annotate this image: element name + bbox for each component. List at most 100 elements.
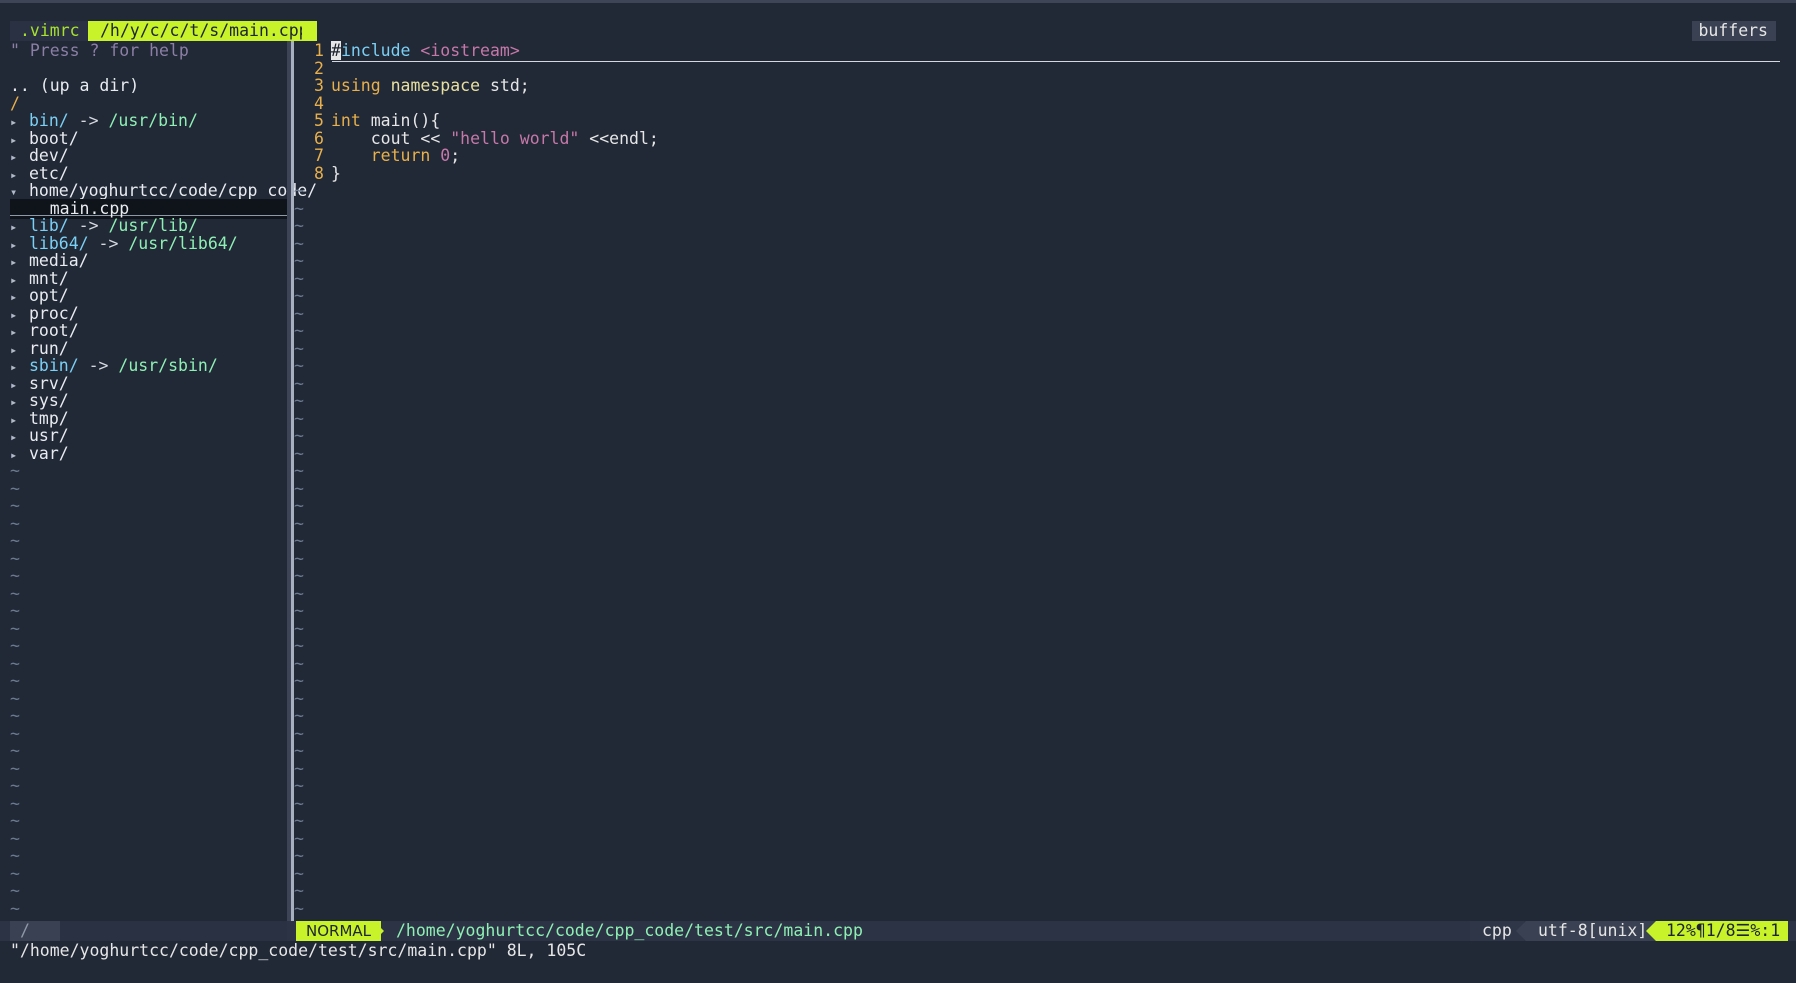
tilde-mark: ~: [10, 863, 20, 883]
dir-name: etc/: [29, 163, 69, 183]
dir-name: lib/: [29, 216, 69, 235]
dir-name: sys/: [29, 391, 69, 410]
dir-name: tmp/: [29, 408, 69, 428]
link-arrow: ->: [68, 111, 109, 130]
tilde-mark: ~: [294, 793, 304, 813]
dir-name: usr/: [29, 426, 69, 445]
tilde-mark: ~: [10, 513, 20, 533]
tilde-mark: ~: [10, 636, 20, 655]
tilde-mark: ~: [294, 531, 304, 550]
tilde-mark: ~: [10, 706, 20, 725]
tilde-mark: ~: [294, 811, 304, 830]
status-mode: NORMAL: [296, 921, 382, 941]
tabline: .vimrc /h/y/c/c/t/s/main.cpp buffers: [0, 21, 1796, 41]
tilde-mark: ~: [294, 566, 304, 585]
tilde-mark: ~: [294, 741, 304, 760]
code-line[interactable]: 1 #include <iostream>: [314, 41, 520, 61]
tilde-mark: ~: [10, 601, 20, 620]
dir-name: lib64/: [29, 233, 89, 253]
tilde-mark: ~: [294, 181, 304, 200]
tilde-mark: ~: [294, 653, 304, 673]
tree-help: " Press ? for help: [10, 41, 189, 61]
code-token: int: [331, 111, 371, 130]
root-text: /: [10, 93, 20, 113]
link-target: /usr/bin/: [108, 111, 198, 130]
tab-arrow-icon: [302, 21, 312, 41]
tilde-mark: ~: [294, 338, 304, 358]
dir-name: mnt/: [29, 268, 69, 288]
tilde-mark: ~: [10, 548, 20, 568]
tree-updir[interactable]: .. (up a dir): [10, 76, 139, 96]
tilde-mark: ~: [294, 496, 304, 515]
link-arrow: ->: [88, 233, 129, 253]
tilde-filler: ~: [294, 899, 304, 919]
code-line[interactable]: 8}: [314, 164, 341, 184]
code-token: return: [370, 146, 441, 165]
code-token: <iostream>: [420, 41, 520, 60]
tilde-mark: ~: [10, 846, 20, 865]
status-position: 12%¶1/8☰%:1: [1656, 921, 1789, 941]
tilde-mark: ~: [294, 356, 304, 375]
encoding-arrow-icon: [1516, 921, 1526, 941]
dir-name: dev/: [29, 146, 69, 165]
tilde-filler: ~: [10, 899, 20, 919]
tilde-mark: ~: [294, 618, 304, 638]
tilde-mark: ~: [294, 688, 304, 708]
tilde-mark: ~: [294, 286, 304, 305]
link-target: /usr/sbin/: [118, 356, 218, 375]
code-token: <<endl;: [579, 128, 659, 148]
tilde-mark: ~: [294, 443, 304, 463]
tilde-mark: ~: [294, 461, 304, 480]
tilde-mark: ~: [10, 531, 20, 550]
editor-pane[interactable]: 1 #include <iostream> 2 3 using namespace st…: [294, 41, 1780, 921]
tilde-mark: ~: [294, 863, 304, 883]
mode-arrow-icon: [374, 921, 384, 941]
tilde-mark: ~: [10, 828, 20, 848]
tab-main-cpp[interactable]: /h/y/c/c/t/s/main.cpp: [88, 21, 317, 41]
dir-name: media/: [29, 251, 89, 270]
code-token: "hello world": [450, 128, 580, 148]
status-file-path: /home/yoghurtcc/code/cpp_code/test/src/m…: [396, 921, 863, 940]
updir-text: .. (up a dir): [10, 76, 140, 95]
tilde-mark: ~: [294, 583, 304, 603]
tilde-mark: ~: [294, 723, 304, 743]
buffers-label[interactable]: buffers: [1692, 21, 1776, 41]
dir-name: proc/: [29, 303, 79, 323]
tilde-mark: ~: [294, 216, 304, 235]
tilde-mark: ~: [294, 758, 304, 778]
tilde-mark: ~: [294, 198, 304, 218]
tilde-mark: ~: [294, 776, 304, 795]
tilde-mark: ~: [10, 776, 20, 795]
file-name: main.cpp: [49, 198, 130, 218]
link-target: /usr/lib/: [108, 216, 198, 235]
tilde-mark: ~: [10, 881, 20, 900]
tilde-mark: ~: [10, 496, 20, 515]
tilde-mark: ~: [294, 303, 304, 323]
tilde-mark: ~: [10, 811, 20, 830]
tilde-mark: ~: [294, 671, 304, 690]
status-tree-path: /: [10, 921, 60, 941]
command-line[interactable]: "/home/yoghurtcc/code/cpp_code/test/src/…: [10, 941, 586, 961]
tilde-mark: ~: [10, 898, 20, 918]
tilde-mark: ~: [10, 461, 20, 480]
dir-name: home/yoghurtcc/code/cpp_code/: [29, 181, 318, 200]
tilde-mark: ~: [294, 881, 304, 900]
window-top-border: [0, 0, 1796, 3]
tilde-mark: ~: [10, 758, 20, 778]
tilde-mark: ~: [294, 233, 304, 253]
tilde-mark: ~: [294, 706, 304, 725]
tilde-mark: ~: [294, 601, 304, 620]
tilde-mark: ~: [10, 741, 20, 760]
tilde-mark: ~: [294, 636, 304, 655]
tilde-mark: ~: [10, 618, 20, 638]
nerdtree-pane[interactable]: " Press ? for help.. (up a dir) / ▸ bin/ -…: [10, 41, 317, 921]
code-token: namespace: [390, 76, 490, 95]
code-line[interactable]: 3 using namespace std;: [314, 76, 530, 96]
dir-name: var/: [29, 443, 69, 463]
link-arrow: ->: [78, 356, 119, 375]
tilde-mark: ~: [10, 688, 20, 708]
code-token: cout <<: [331, 128, 451, 148]
text-cursor: #: [331, 41, 341, 60]
